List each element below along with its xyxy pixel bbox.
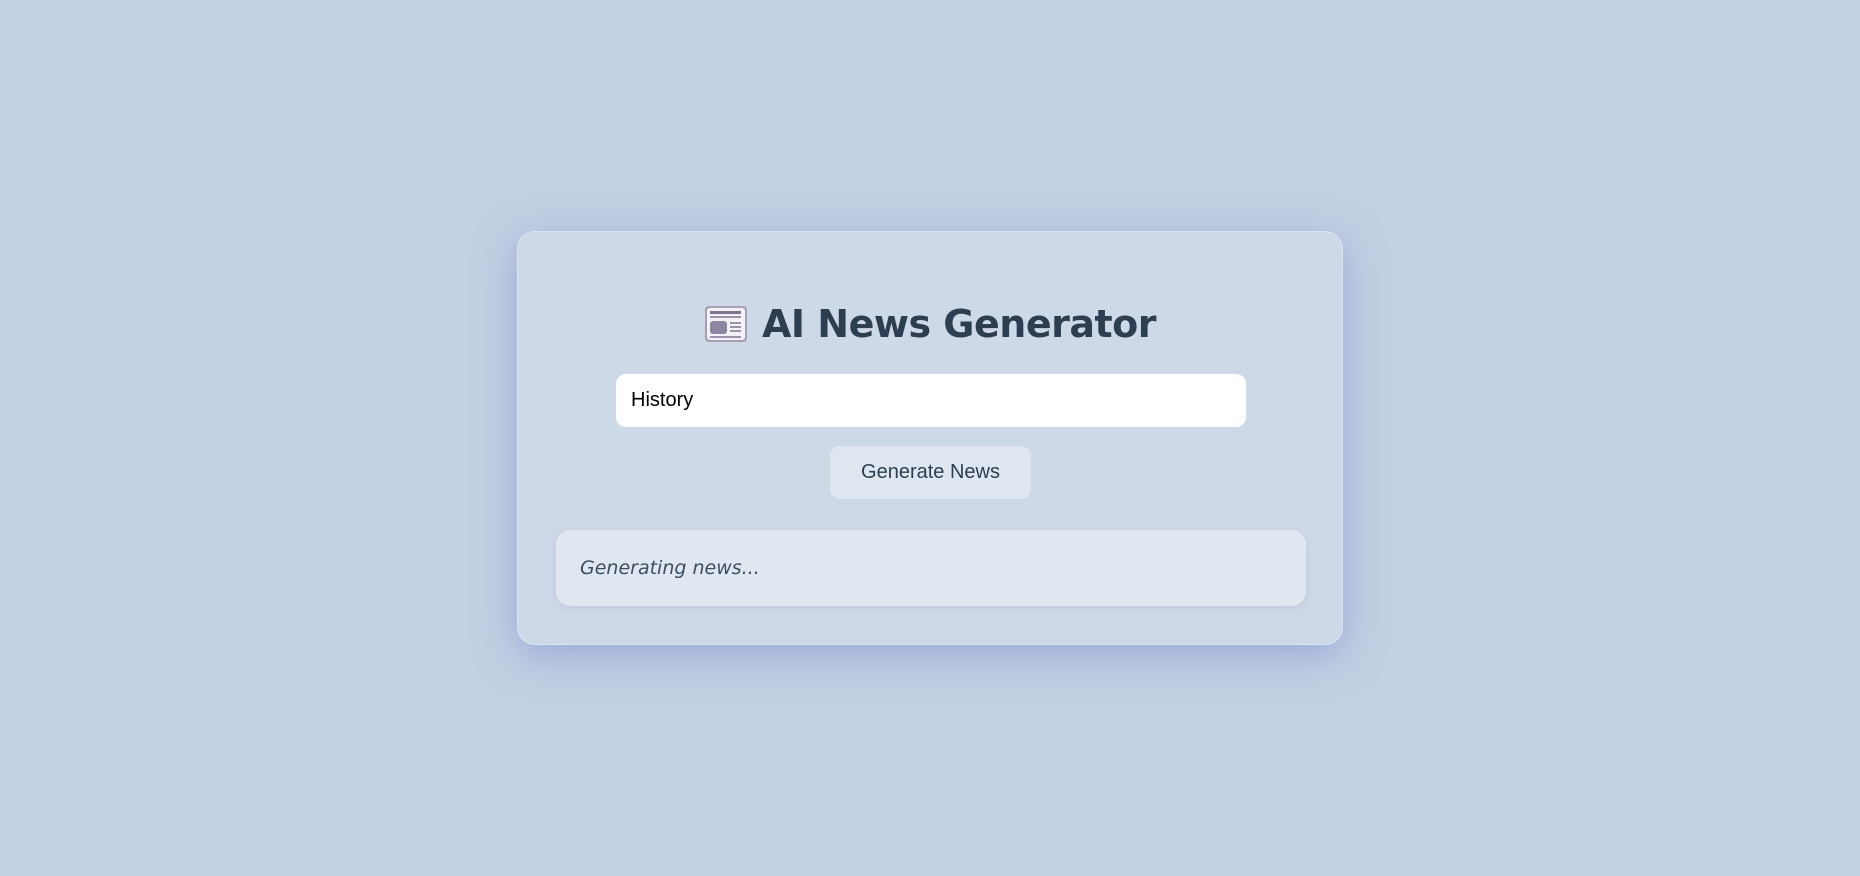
generator-card: AI News Generator Generate News Generati…	[517, 231, 1343, 645]
page-title: AI News Generator	[762, 302, 1157, 346]
generate-news-button[interactable]: Generate News	[830, 446, 1031, 499]
status-text: Generating news...	[580, 557, 760, 579]
newspaper-icon	[704, 304, 748, 344]
topic-input[interactable]	[616, 374, 1246, 427]
header: AI News Generator	[518, 302, 1342, 346]
news-output: Generating news...	[556, 530, 1306, 606]
